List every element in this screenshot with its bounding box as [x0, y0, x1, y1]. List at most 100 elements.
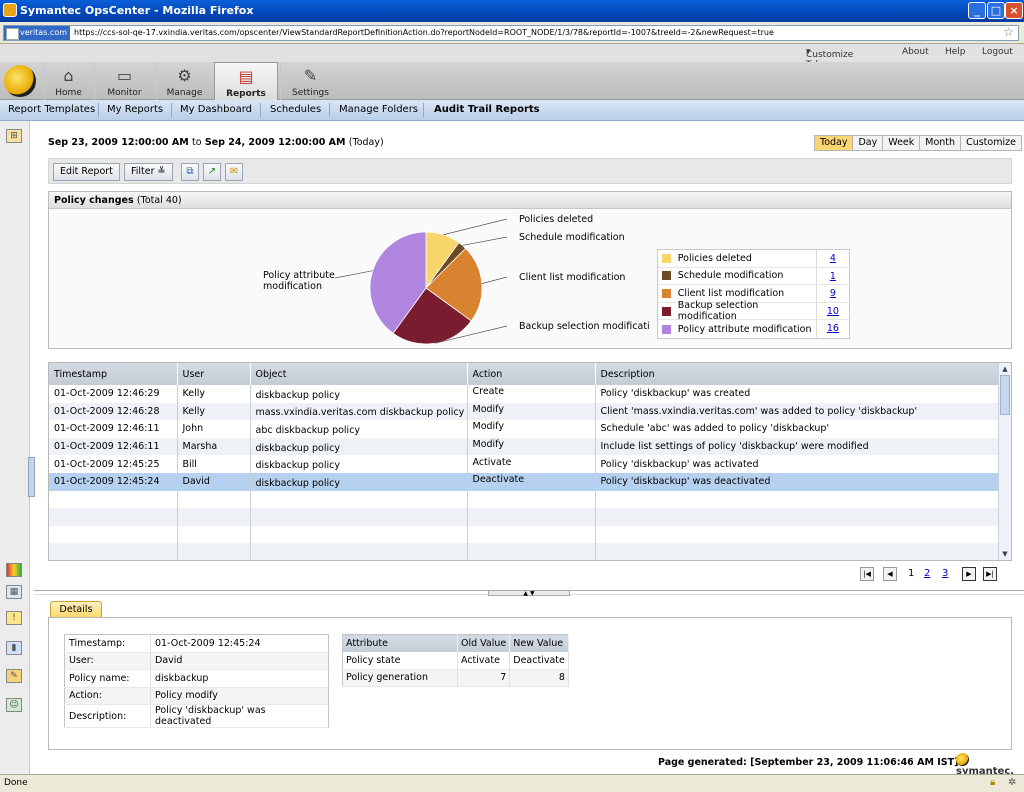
details-key: Description:: [64, 704, 151, 728]
filter-button[interactable]: Filter ≚: [124, 163, 173, 181]
help-link[interactable]: Help: [945, 47, 966, 57]
tree-toggle-icon[interactable]: ⊞: [6, 129, 22, 143]
column-header-description[interactable]: Description: [595, 363, 1000, 385]
table-cell: [595, 543, 1000, 560]
range-month-button[interactable]: Month: [920, 136, 962, 150]
chart-icon[interactable]: [6, 563, 22, 577]
audit-table: Timestamp User Object Action Description 01-…: [49, 363, 1000, 560]
legend-swatch: [662, 271, 671, 281]
close-button[interactable]: ×: [1005, 2, 1023, 19]
details-row: Description: Policy 'diskbackup' was deac…: [64, 704, 329, 728]
last-page-icon[interactable]: ▶|: [983, 567, 997, 581]
table-cell: [595, 490, 1000, 509]
panel-header: Policy changes (Total 40): [49, 192, 1011, 209]
user-icon[interactable]: ☺: [6, 698, 22, 712]
url-input[interactable]: veritas.com https://ccs-sol-qe-17.vxindia…: [3, 25, 1019, 41]
alert-icon[interactable]: !: [6, 611, 22, 625]
table-cell: Create: [467, 385, 596, 403]
table-cell: Kelly: [177, 402, 251, 421]
report-icon[interactable]: ▮: [6, 641, 22, 655]
pane-splitter[interactable]: ▲ ▼: [34, 590, 1024, 597]
audit-grid: Timestamp User Object Action Description 01-…: [48, 362, 1012, 561]
export-icon[interactable]: ↗: [203, 163, 221, 181]
nav-reports[interactable]: ▤ Reports: [214, 62, 278, 100]
legend-swatch: [662, 324, 671, 334]
legend-value-link[interactable]: 4: [815, 250, 849, 267]
subnav-schedules[interactable]: Schedules: [270, 104, 321, 115]
minimize-button[interactable]: _: [968, 2, 986, 19]
details-panel: Timestamp: 01-Oct-2009 12:45:24 User: David…: [48, 617, 1012, 750]
attribute-row: Policy state Activate Deactivate: [342, 651, 569, 670]
table-cell: [595, 508, 1000, 526]
slice-leader-line: [443, 218, 508, 236]
range-week-button[interactable]: Week: [883, 136, 921, 150]
range-today-button[interactable]: Today: [815, 136, 854, 150]
slice-leader-line: [334, 270, 373, 279]
page-3-link[interactable]: 3: [942, 568, 948, 579]
nav-home[interactable]: ⌂ Home: [44, 62, 92, 100]
nav-monitor[interactable]: ▭ Monitor: [94, 62, 154, 100]
subnav-audit-trail-reports[interactable]: Audit Trail Reports: [434, 104, 540, 115]
table-cell: David: [177, 472, 251, 491]
scroll-thumb[interactable]: [1000, 375, 1010, 415]
legend-value-link[interactable]: 16: [815, 320, 849, 338]
column-header-action[interactable]: Action: [467, 363, 596, 385]
attribute-column-header: New Value: [509, 634, 569, 652]
range-day-button[interactable]: Day: [853, 136, 884, 150]
table-row[interactable]: 01-Oct-2009 12:45:24 David diskbackup poli…: [49, 472, 1000, 491]
details-tab[interactable]: Details: [50, 601, 102, 617]
maximize-button[interactable]: □: [987, 2, 1005, 19]
slice-label: Backup selection modification: [519, 321, 649, 332]
scroll-down-icon[interactable]: ▼: [1000, 549, 1010, 559]
addon-icon: ✲: [1008, 777, 1017, 788]
table-row[interactable]: 01-Oct-2009 12:46:29 Kelly diskbackup poli…: [49, 385, 1000, 403]
table-row[interactable]: 01-Oct-2009 12:46:11 John abc diskbackup p…: [49, 420, 1000, 438]
prev-page-icon[interactable]: ◀: [883, 567, 897, 581]
details-value: David: [150, 652, 329, 670]
customize-tabs-link[interactable]: Customize Tabs ▾: [806, 47, 853, 70]
table-cell: 01-Oct-2009 12:45:24: [49, 472, 178, 491]
scroll-up-icon[interactable]: ▲: [1000, 364, 1010, 374]
table-cell: Modify: [467, 420, 596, 438]
vertical-scrollbar[interactable]: ▲ ▼: [998, 363, 1011, 560]
subnav-report-templates[interactable]: Report Templates: [8, 104, 95, 115]
nav-settings[interactable]: ✎ Settings: [280, 62, 340, 100]
table-cell: [250, 490, 468, 509]
manage-icon: ⚙: [177, 66, 192, 85]
table-row[interactable]: 01-Oct-2009 12:46:28 Kelly mass.vxindia.ve…: [49, 402, 1000, 421]
legend-value-link[interactable]: 10: [815, 302, 849, 320]
edit-report-button[interactable]: Edit Report: [53, 163, 120, 181]
subnav-my-reports[interactable]: My Reports: [107, 104, 163, 115]
bookmark-star-icon[interactable]: ☆: [1003, 26, 1014, 39]
column-header-object[interactable]: Object: [250, 363, 468, 385]
column-header-timestamp[interactable]: Timestamp: [49, 363, 178, 385]
top-links-bar: Customize Tabs ▾ About Help Logout: [0, 44, 1024, 70]
notes-icon[interactable]: ✎: [6, 669, 22, 683]
site-identity-button[interactable]: veritas.com: [4, 26, 71, 40]
table-row[interactable]: 01-Oct-2009 12:46:11 Marsha diskbackup pol…: [49, 437, 1000, 456]
slice-leader-line: [481, 276, 508, 284]
column-header-user[interactable]: User: [177, 363, 251, 385]
subnav-my-dashboard[interactable]: My Dashboard: [180, 104, 252, 115]
first-page-icon[interactable]: |◀: [860, 567, 874, 581]
range-customize-button[interactable]: Customize: [961, 136, 1021, 150]
table-cell: Policy 'diskbackup' was activated: [595, 455, 1000, 473]
legend-label: Client list modification: [677, 287, 785, 299]
next-page-icon[interactable]: ▶: [962, 567, 976, 581]
splitter-grip-icon[interactable]: ▲ ▼: [488, 590, 570, 597]
legend-value-link[interactable]: 1: [815, 267, 849, 285]
about-link[interactable]: About: [902, 47, 929, 57]
subnav-manage-folders[interactable]: Manage Folders: [339, 104, 418, 115]
nav-manage[interactable]: ⚙ Manage: [156, 62, 212, 100]
copy-icon[interactable]: ⧉: [181, 163, 199, 181]
home-icon: ⌂: [63, 66, 74, 85]
logout-link[interactable]: Logout: [982, 47, 1013, 57]
legend-swatch: [662, 288, 671, 298]
legend-value-link[interactable]: 9: [815, 285, 849, 302]
email-icon[interactable]: ✉: [225, 163, 243, 181]
details-key: Timestamp:: [64, 634, 151, 653]
page-2-link[interactable]: 2: [924, 568, 930, 579]
calendar-icon[interactable]: ▦: [6, 585, 22, 599]
chart-legend: Policies deleted 4 Schedule modification 1 C…: [657, 249, 850, 339]
table-row[interactable]: 01-Oct-2009 12:45:25 Bill diskbackup polic…: [49, 455, 1000, 473]
